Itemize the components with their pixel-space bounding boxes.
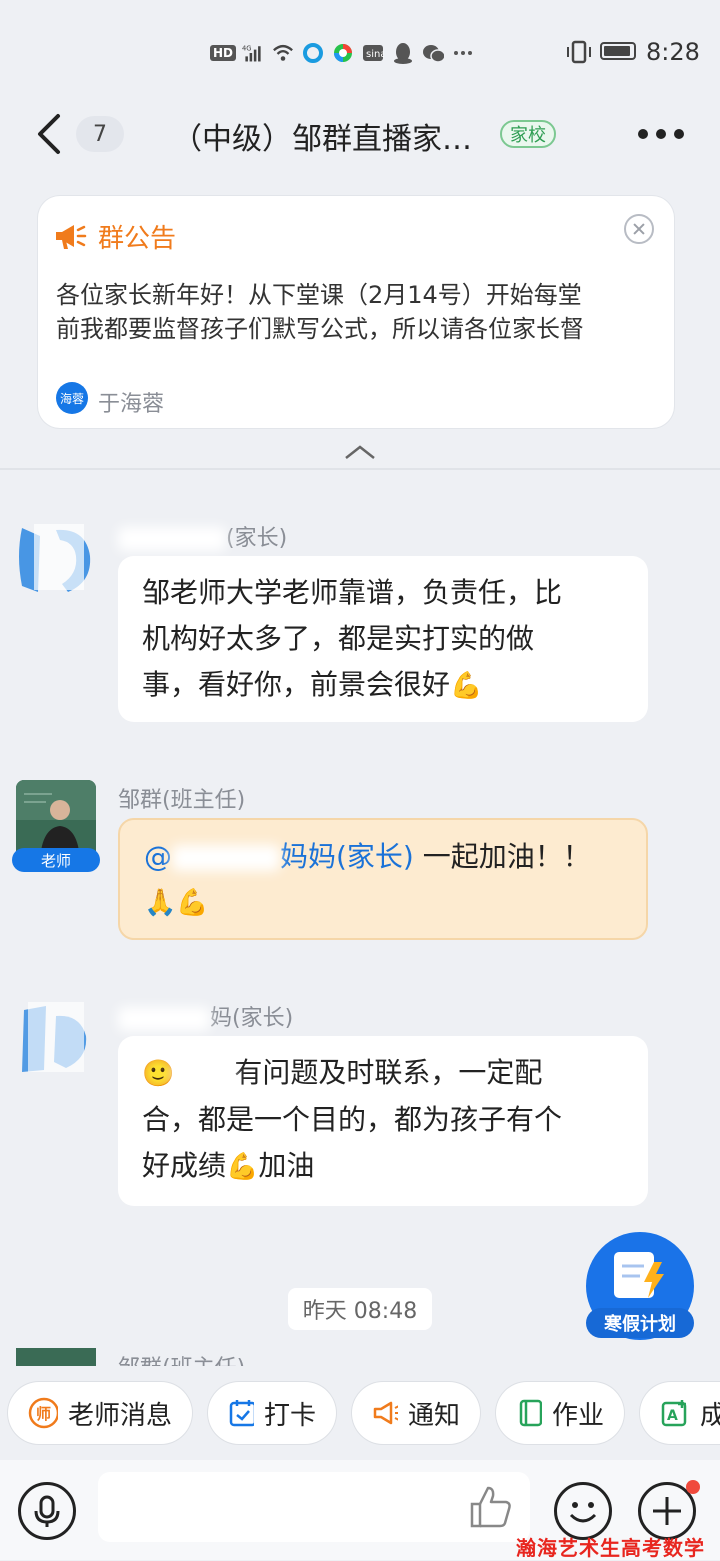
thumbs-up-icon — [470, 1486, 511, 1528]
wifi-icon — [272, 42, 294, 64]
close-icon[interactable] — [624, 214, 654, 244]
sender-name: (家长) — [118, 520, 287, 552]
like-button[interactable] — [468, 1484, 514, 1530]
smiley-icon — [569, 1502, 597, 1523]
document-lightning-icon — [614, 1252, 664, 1298]
message-line: 机构好太多了，都是实打实的做 — [142, 622, 535, 655]
svg-text:4G: 4G — [242, 44, 252, 52]
notice-chip[interactable]: 通知 — [352, 1382, 480, 1444]
message-bubble[interactable]: 🙂 有问题及时联系，一定配 合，都是一个目的，都为孩子有个 好成绩💪加油 — [118, 1036, 648, 1206]
announcement-title: 群公告 — [98, 224, 177, 254]
microphone-icon — [34, 1495, 60, 1527]
watermark: 瀚海艺术生高考数学 — [516, 1536, 705, 1560]
chip-label: 成 — [700, 1400, 720, 1431]
mention-name: 妈妈(家长) — [280, 840, 414, 873]
message-text: 一起加油！！ — [413, 840, 591, 873]
collapse-button[interactable] — [344, 444, 376, 460]
voice-button[interactable] — [18, 1482, 76, 1540]
chip-label: 作业 — [551, 1400, 604, 1431]
notebook-icon — [519, 1399, 542, 1427]
megaphone-icon — [373, 1401, 398, 1425]
avatar[interactable] — [16, 996, 96, 1076]
teacher-avatar[interactable] — [16, 1348, 96, 1366]
flexed-biceps-icon: 💪 — [450, 671, 483, 701]
message-bubble[interactable]: 邹老师大学老师靠谱，负责任，比 机构好太多了，都是实打实的做 事，看好你，前景会… — [118, 556, 648, 722]
hd-icon: HD — [210, 42, 237, 64]
status-icons: HD 4G sina — [210, 40, 474, 66]
sender-name: 邹群(班主任) — [118, 1350, 245, 1366]
grades-chip[interactable]: A 成 — [640, 1382, 720, 1444]
flexed-biceps-icon: 💪 — [226, 1152, 259, 1182]
home-school-badge: 家校 — [500, 120, 556, 148]
chip-label: 通知 — [407, 1400, 460, 1431]
svg-text:师: 师 — [36, 1405, 51, 1423]
notification-dot — [686, 1480, 700, 1494]
plus-icon — [653, 1497, 681, 1525]
qq-icon — [392, 42, 414, 64]
mention[interactable]: @ 妈妈(家长) — [144, 840, 414, 873]
sender-role: (家长) — [226, 526, 288, 551]
app-icon — [302, 42, 324, 64]
message-line: 邹老师大学老师靠谱，负责任，比 — [142, 576, 563, 609]
avatar: 海蓉 — [56, 382, 88, 414]
announcement-author: 于海蓉 — [98, 392, 165, 417]
sender-name: 妈(家长) — [118, 1000, 293, 1032]
unread-count-badge[interactable]: 7 — [76, 116, 124, 152]
message-line: 好成绩 — [142, 1149, 227, 1182]
announcement-body: 各位家长新年好！从下堂课（2月14号）开始每堂 前我都要监督孩子们默写公式，所以… — [56, 278, 658, 346]
more-options-button[interactable] — [636, 120, 686, 148]
svg-text:A: A — [667, 1408, 678, 1424]
teacher-messages-chip[interactable]: 师 老师消息 — [8, 1382, 192, 1444]
quick-action-bar: 师 老师消息 打卡 通知 作业 A 成 — [0, 1376, 720, 1452]
sender-role: 妈(家长) — [210, 1006, 294, 1031]
chip-label: 打卡 — [263, 1400, 316, 1431]
group-announcement-card[interactable]: 群公告 各位家长新年好！从下堂课（2月14号）开始每堂 前我都要监督孩子们默写公… — [38, 196, 674, 428]
svg-text:sina: sina — [366, 49, 384, 60]
redacted-name — [172, 845, 280, 871]
sender-name: 邹群(班主任) — [118, 788, 246, 813]
announcement-line: 前我都要监督孩子们默写公式，所以请各位家长督 — [56, 315, 584, 343]
wechat-icon — [422, 42, 444, 64]
input-bar: 瀚海艺术生高考数学 — [0, 1460, 720, 1560]
message-line: 有问题及时联系，一定配 — [234, 1056, 543, 1089]
app-icon — [332, 42, 354, 64]
message-bubble[interactable]: @ 妈妈(家长) 一起加油！！ 🙏💪 — [118, 818, 648, 940]
chip-label: 老师消息 — [67, 1400, 172, 1431]
message-line: 加油 — [258, 1149, 315, 1182]
announcement-line: 各位家长新年好！从下堂课（2月14号）开始每堂 — [56, 281, 582, 309]
clock: 8:28 — [646, 38, 700, 66]
message-input[interactable] — [98, 1472, 530, 1542]
teacher-icon: 师 — [28, 1397, 58, 1429]
teacher-tag: 老师 — [12, 848, 100, 872]
divider — [0, 468, 720, 470]
smiley-icon: 🙂 — [142, 1059, 175, 1089]
timestamp: 昨天 08:48 — [288, 1288, 432, 1330]
ellipsis-icon — [638, 129, 684, 139]
message-line: 事，看好你，前景会很好 — [142, 668, 451, 701]
redacted-name — [118, 1007, 210, 1031]
calendar-check-icon — [229, 1400, 254, 1427]
weibo-icon: sina — [362, 42, 384, 64]
signal-4g-icon: 4G — [242, 42, 264, 64]
winter-plan-label: 寒假计划 — [586, 1308, 694, 1338]
avatar[interactable] — [16, 516, 96, 596]
winter-plan-button[interactable]: 寒假计划 — [586, 1232, 694, 1340]
homework-chip[interactable]: 作业 — [496, 1382, 624, 1444]
status-bar: HD 4G sina 8:28 — [0, 0, 720, 100]
grade-icon: A — [661, 1400, 687, 1427]
back-button[interactable] — [32, 112, 72, 156]
chat-title[interactable]: （中级）邹群直播家… — [172, 114, 472, 158]
mention-prefix: @ — [144, 840, 172, 873]
emoji: 🙏💪 — [144, 888, 209, 918]
more-icon — [452, 42, 474, 64]
check-in-chip[interactable]: 打卡 — [208, 1382, 336, 1444]
chevron-left-icon — [38, 114, 60, 154]
redacted-name — [118, 527, 226, 551]
redacted-text — [174, 1061, 235, 1087]
megaphone-icon — [54, 222, 90, 256]
vibrate-icon — [566, 40, 592, 68]
battery-icon — [600, 42, 636, 60]
chevron-up-icon — [345, 445, 375, 459]
message-line: 合，都是一个目的，都为孩子有个 — [142, 1103, 563, 1136]
